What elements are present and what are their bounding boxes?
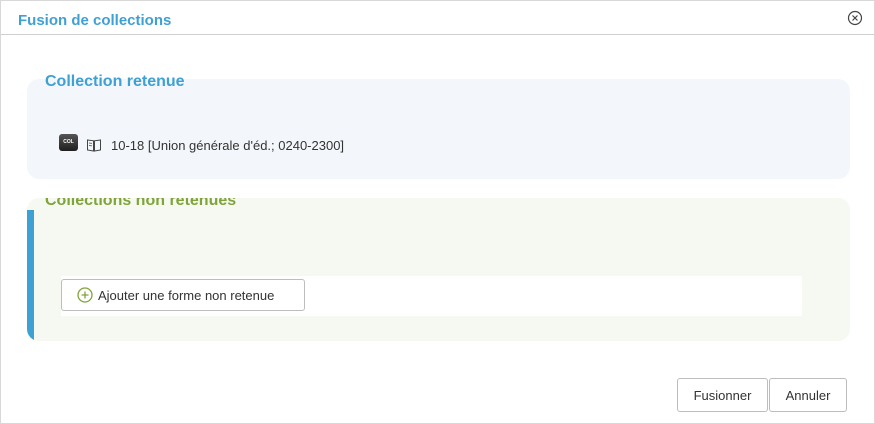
retained-collection-section: Collection retenue COL 10-18 [Union géné… (27, 73, 850, 179)
dialog-title: Fusion de collections (18, 12, 172, 29)
section-accent-bar (27, 210, 34, 341)
add-form-strip: Ajouter une forme non retenue (61, 276, 802, 316)
retained-collection-row: COL 10-18 [Union générale d'éd.; 0240-23… (59, 133, 344, 155)
retained-legend: Collection retenue (45, 73, 185, 90)
non-retained-collections-section: Collections non retenues Ajouter une for… (27, 198, 850, 341)
retained-collection-label[interactable]: 10-18 [Union générale d'éd.; 0240-2300] (111, 138, 344, 153)
dialog-header: Fusion de collections (1, 1, 874, 35)
merge-dialog: Fusion de collections Collection retenue… (0, 0, 875, 424)
close-icon[interactable] (847, 10, 863, 26)
merge-button[interactable]: Fusionner (677, 378, 768, 412)
book-icon (86, 137, 102, 153)
add-button-label: Ajouter une forme non retenue (98, 287, 275, 303)
collection-badge-icon: COL (59, 133, 78, 151)
plus-circle-icon (77, 287, 93, 303)
add-non-retained-form-button[interactable]: Ajouter une forme non retenue (61, 279, 305, 311)
non-retained-legend: Collections non retenues (45, 198, 237, 209)
cancel-button[interactable]: Annuler (769, 378, 847, 412)
